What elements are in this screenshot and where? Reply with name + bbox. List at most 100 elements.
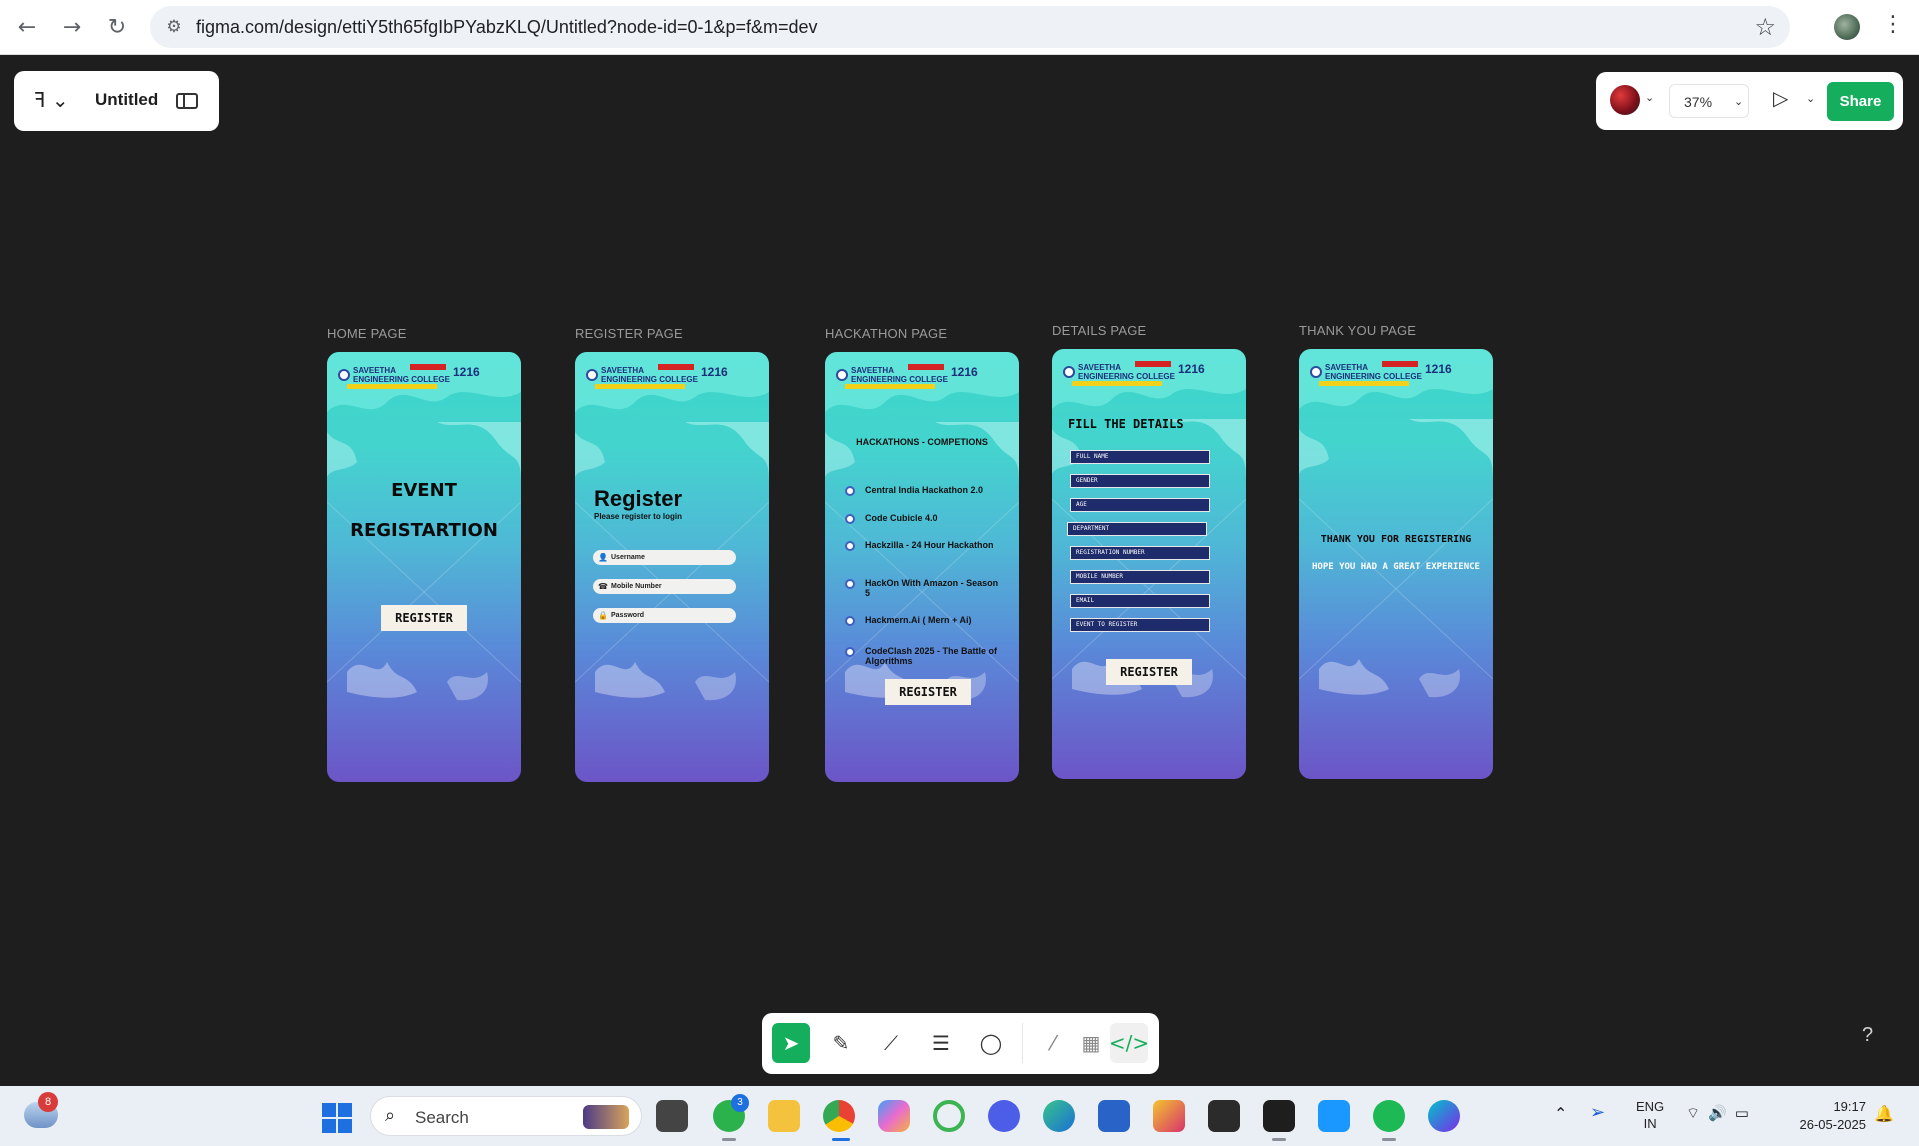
proton-app-icon[interactable] [988, 1100, 1020, 1132]
mobile-number-field[interactable]: MOBILE NUMBER [1070, 570, 1210, 584]
running-indicator [722, 1138, 736, 1141]
college-logo [338, 369, 350, 381]
register-subtitle: Please register to login [594, 512, 683, 521]
bookmark-star-icon[interactable]: ☆ [1754, 13, 1776, 41]
user-avatar[interactable] [1610, 85, 1640, 115]
hackathon-list-item[interactable]: Hackmern.Ai ( Mern + Ai) [845, 615, 1005, 626]
frame-label-details[interactable]: DETAILS PAGE [1052, 323, 1146, 338]
hackathon-list-item[interactable]: Code Cubicle 4.0 [845, 513, 1005, 524]
college-name-line1: SAVEETHA [851, 366, 894, 375]
dev-mode-icon[interactable]: </> [1109, 1023, 1149, 1063]
site-info-icon[interactable]: ⚙ [162, 15, 186, 39]
email-field[interactable]: EMAIL [1070, 594, 1210, 608]
move-tool-icon[interactable]: ➤ [772, 1023, 810, 1063]
running-indicator [1382, 1138, 1396, 1141]
frame-thankyou-page[interactable]: SAVEETHA ENGINEERING COLLEGE 1216 THANK Y… [1299, 349, 1493, 779]
comment-tool-icon[interactable]: ◯ [972, 1023, 1010, 1063]
frame-home-page[interactable]: SAVEETHA ENGINEERING COLLEGE 1216 EVENT R… [327, 352, 521, 782]
full-name-field[interactable]: FULL NAME [1070, 450, 1210, 464]
zoom-dropdown[interactable]: 37% ⌄ [1669, 84, 1749, 118]
address-bar[interactable]: ⚙ figma.com/design/ettiY5th65fgIbPYabzKL… [150, 6, 1790, 48]
forward-icon[interactable]: → [55, 10, 89, 44]
figma-menu-icon[interactable]: ꟻ ⌄ [34, 88, 69, 112]
college-name-line2: ENGINEERING COLLEGE [851, 375, 948, 384]
home-register-button[interactable]: REGISTER [381, 605, 467, 631]
windows-start-icon[interactable] [322, 1103, 352, 1133]
browser-toolbar: ← → ↻ ⚙ figma.com/design/ettiY5th65fgIbP… [0, 0, 1919, 55]
registration-number-field[interactable]: REGISTRATION NUMBER [1070, 546, 1210, 560]
language-indicator[interactable]: ENG IN [1636, 1098, 1664, 1132]
sidebar-toggle-icon[interactable] [176, 93, 198, 109]
chevron-down-icon[interactable]: ⌄ [1645, 91, 1654, 104]
prime-video-icon[interactable] [1318, 1100, 1350, 1132]
hackathon-list-item[interactable]: HackOn With Amazon - Season 5 [845, 578, 1005, 598]
toolbar-divider [1022, 1023, 1023, 1063]
frame-hackathon-page[interactable]: SAVEETHA ENGINEERING COLLEGE 1216 HACKATH… [825, 352, 1019, 782]
chevron-down-icon[interactable]: ⌄ [1806, 92, 1815, 105]
browser-menu-icon[interactable]: ⋮ [1882, 12, 1904, 37]
file-panel: ꟻ ⌄ Untitled [14, 71, 219, 131]
url-text: figma.com/design/ettiY5th65fgIbPYabzKLQ/… [196, 17, 818, 37]
search-icon: ⌕ [385, 1105, 396, 1126]
hackathon-list-item[interactable]: Hackzilla - 24 Hour Hackathon [845, 540, 1005, 551]
spotify-icon[interactable] [1373, 1100, 1405, 1132]
hackathon-list-item[interactable]: CodeClash 2025 - The Battle of Algorithm… [845, 646, 1005, 666]
hackathon-register-button[interactable]: REGISTER [885, 679, 971, 705]
phone-icon: ☎ [598, 582, 608, 591]
college-underline [1072, 381, 1162, 386]
pen-tool-icon[interactable]: ✎ [822, 1023, 860, 1063]
loop-app-icon[interactable] [933, 1100, 965, 1132]
annotation-tool-icon[interactable]: ☰ [922, 1023, 960, 1063]
department-field[interactable]: DEPARTMENT [1067, 522, 1207, 536]
taskbar-search-input[interactable]: ⌕ Search [370, 1096, 642, 1136]
location-icon[interactable]: ➢ [1590, 1102, 1605, 1123]
frame-label-home[interactable]: HOME PAGE [327, 326, 407, 341]
present-play-icon[interactable]: ▷ [1773, 86, 1788, 110]
tray-status-icons[interactable]: ⌔🔊▭ [1686, 1104, 1757, 1123]
active-indicator [832, 1138, 850, 1141]
share-button[interactable]: Share [1827, 82, 1894, 121]
college-name-line1: SAVEETHA [353, 366, 396, 375]
reload-icon[interactable]: ↻ [100, 10, 134, 44]
username-field[interactable]: 👤 Username [593, 550, 736, 565]
frame-register-page[interactable]: SAVEETHA ENGINEERING COLLEGE 1216 Registe… [575, 352, 769, 782]
frame-label-register[interactable]: REGISTER PAGE [575, 326, 683, 341]
edge-icon[interactable] [1043, 1100, 1075, 1132]
windows-taskbar: 8 ⌕ Search 3 ⌃ ➢ ENG IN ⌔🔊▭ 19:17 26-05-20… [0, 1086, 1919, 1146]
college-code: 1216 [1178, 362, 1205, 376]
frame-label-thankyou[interactable]: THANK YOU PAGE [1299, 323, 1416, 338]
measure-tool-icon[interactable]: ⁄ [1034, 1023, 1072, 1063]
task-view-icon[interactable] [656, 1100, 688, 1132]
copilot-icon[interactable] [878, 1100, 910, 1132]
frame-details-page[interactable]: SAVEETHA ENGINEERING COLLEGE 1216 FILL TH… [1052, 349, 1246, 779]
file-explorer-icon[interactable] [768, 1100, 800, 1132]
home-title-line2: REGISTARTION [350, 520, 498, 541]
age-field[interactable]: AGE [1070, 498, 1210, 512]
ruler-tool-icon[interactable]: ⟋ [872, 1023, 910, 1063]
store-icon[interactable] [1098, 1100, 1130, 1132]
browser-profile-avatar[interactable] [1834, 14, 1860, 40]
password-field[interactable]: 🔒 Password [593, 608, 736, 623]
weather-badge: 8 [38, 1092, 58, 1112]
canva-icon[interactable] [1428, 1100, 1460, 1132]
figma-icon[interactable] [1263, 1100, 1295, 1132]
help-button[interactable]: ? [1862, 1024, 1873, 1047]
back-icon[interactable]: ← [10, 10, 44, 44]
mobile-number-field[interactable]: ☎ Mobile Number [593, 579, 736, 594]
notification-icon[interactable]: 🔔 [1874, 1104, 1894, 1123]
college-logo [1063, 366, 1075, 378]
gender-field[interactable]: GENDER [1070, 474, 1210, 488]
clock[interactable]: 19:17 26-05-2025 [1786, 1098, 1867, 1134]
event-select-field[interactable]: EVENT TO REGISTER [1070, 618, 1210, 632]
tray-chevron-icon[interactable]: ⌃ [1554, 1104, 1567, 1123]
top-right-controls: ⌄ 37% ⌄ ▷ ⌄ Share [1596, 72, 1903, 130]
chrome-icon[interactable] [823, 1100, 855, 1132]
frame-label-hackathon[interactable]: HACKATHON PAGE [825, 326, 947, 341]
inspect-tool-icon[interactable]: ▦ [1072, 1023, 1110, 1063]
davinci-icon[interactable] [1208, 1100, 1240, 1132]
star-app-icon[interactable] [1153, 1100, 1185, 1132]
search-highlight-image [583, 1105, 629, 1129]
details-register-button[interactable]: REGISTER [1106, 659, 1192, 685]
hackathon-list-item[interactable]: Central India Hackathon 2.0 [845, 485, 1005, 496]
file-name[interactable]: Untitled [95, 90, 158, 110]
